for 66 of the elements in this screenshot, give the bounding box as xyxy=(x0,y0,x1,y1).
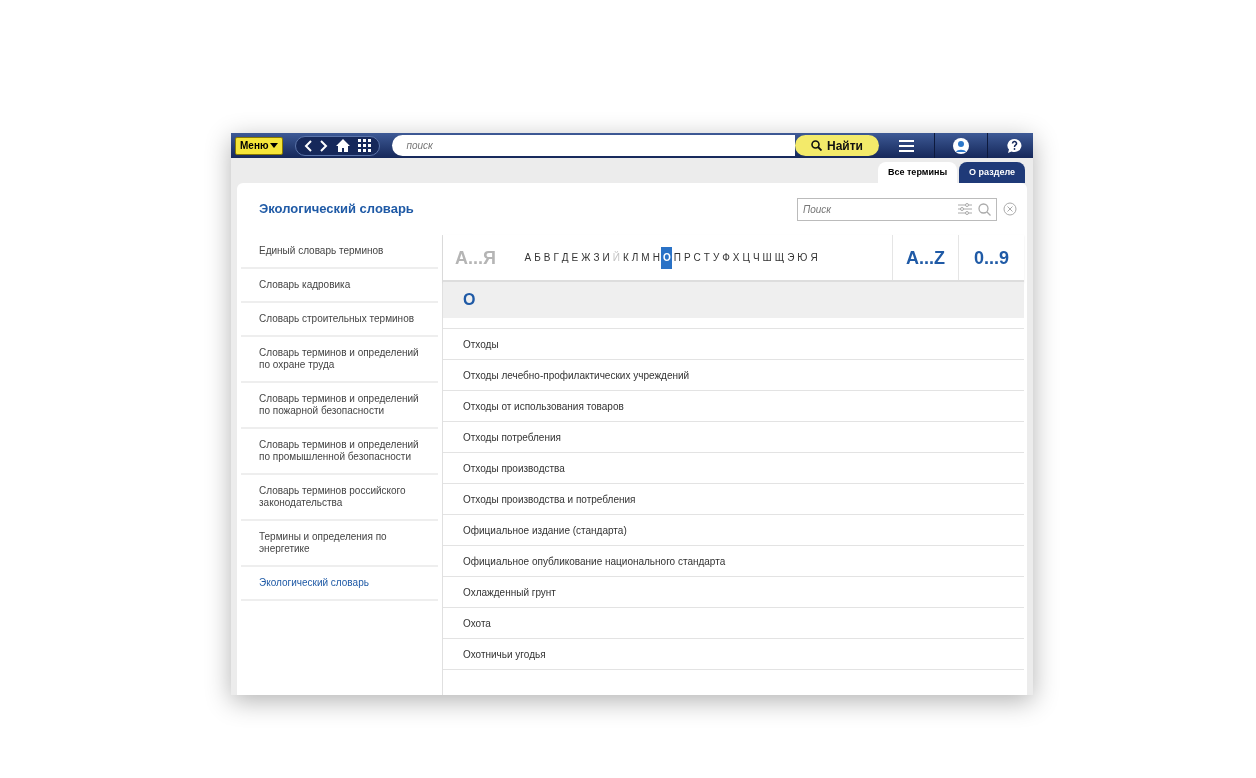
letter-link[interactable]: К xyxy=(621,246,631,269)
letter-link[interactable]: Ж xyxy=(579,246,592,269)
search-field[interactable]: поиск xyxy=(392,135,795,156)
letter-link[interactable]: А xyxy=(523,246,533,269)
letter-link[interactable]: Ш xyxy=(761,246,774,269)
help-icon[interactable] xyxy=(1006,137,1023,154)
letter-link[interactable]: Д xyxy=(560,246,571,269)
term-link[interactable]: Отходы от использования товаров xyxy=(463,398,624,414)
term-link[interactable]: Отходы потребления xyxy=(463,429,561,445)
letter-link[interactable]: П xyxy=(672,246,683,269)
letter-link[interactable]: Н xyxy=(651,246,662,269)
sidebar-item[interactable]: Термины и определения по энергетике xyxy=(241,521,438,567)
grid-icon[interactable] xyxy=(358,139,372,152)
term-link[interactable]: Отходы xyxy=(463,336,499,352)
letter-link[interactable]: Щ xyxy=(773,246,786,269)
sidebar-item[interactable]: Словарь терминов и определений по пожарной безопасности xyxy=(241,383,438,429)
letter-link[interactable]: Е xyxy=(570,246,580,269)
tab[interactable]: О разделе xyxy=(959,162,1025,183)
term-link[interactable]: Охота xyxy=(463,615,491,631)
menu-button[interactable]: Меню xyxy=(235,136,284,155)
letter-link[interactable]: В xyxy=(542,246,552,269)
sidebar-item[interactable]: Словарь терминов и определений по промышленной безопасности xyxy=(241,429,438,475)
letter-link[interactable]: Ч xyxy=(751,246,762,269)
find-button[interactable]: Найти xyxy=(795,135,879,156)
letter-link[interactable]: Л xyxy=(630,246,640,269)
letter-link[interactable]: Я xyxy=(808,246,820,269)
term-link[interactable]: Отходы производства и потребления xyxy=(463,491,636,507)
letter-link[interactable]: С xyxy=(692,246,703,269)
term-link[interactable]: Официальное опубликование национального стандарта xyxy=(463,553,726,569)
letter-link[interactable]: Г xyxy=(551,246,561,269)
tab[interactable]: Все термины xyxy=(877,162,958,183)
sidebar-item[interactable]: Единый словарь терминов xyxy=(241,235,438,269)
term-link[interactable]: Отходы производства xyxy=(463,460,565,476)
letter-link[interactable]: Ц xyxy=(741,246,752,269)
letter-link[interactable]: Ф xyxy=(720,246,732,269)
user-icon[interactable] xyxy=(953,137,969,154)
sidebar-item[interactable]: Словарь терминов российского законодательства xyxy=(241,475,438,521)
search-icon xyxy=(811,140,822,151)
letter-link[interactable]: Э xyxy=(785,246,796,269)
sidebar-item[interactable]: Словарь терминов и определений по охране труда xyxy=(241,337,438,383)
sidebar-item[interactable]: Экологический словарь xyxy=(241,567,438,601)
letter-link[interactable]: М xyxy=(639,246,652,269)
letter-link[interactable]: Т xyxy=(702,246,712,269)
menu-icon[interactable] xyxy=(899,139,914,152)
back-icon[interactable] xyxy=(304,139,313,152)
term-link[interactable]: Охлажденный грунт xyxy=(463,584,556,600)
caret-icon xyxy=(270,143,279,148)
home-icon[interactable] xyxy=(336,139,351,152)
page-title: Экологический словарь xyxy=(259,200,414,219)
term-link[interactable]: Охотничьи угодья xyxy=(463,646,546,662)
letter-link[interactable]: У xyxy=(711,246,721,269)
letter-link[interactable]: Ю xyxy=(795,246,809,269)
term-link[interactable]: Отходы лечебно-профилактических учреждений xyxy=(463,367,690,383)
letter-link[interactable]: Б xyxy=(532,246,543,269)
alphabet-range-button[interactable]: 0...9 xyxy=(962,243,1021,272)
forward-icon[interactable] xyxy=(320,139,329,152)
letter-link[interactable]: Р xyxy=(682,246,693,269)
letter-link[interactable]: О xyxy=(661,246,673,269)
sidebar-item[interactable]: Словарь строительных терминов xyxy=(241,303,438,337)
letter-link[interactable]: Х xyxy=(731,246,742,269)
letter-link[interactable]: З xyxy=(592,246,602,269)
section-letter: О xyxy=(463,290,476,310)
term-link[interactable]: Официальное издание (стандарта) xyxy=(463,522,627,538)
letter-link[interactable]: И xyxy=(601,246,612,269)
sidebar-item[interactable]: Словарь кадровика xyxy=(241,269,438,303)
alphabet-range-button[interactable]: A...Z xyxy=(894,243,957,272)
